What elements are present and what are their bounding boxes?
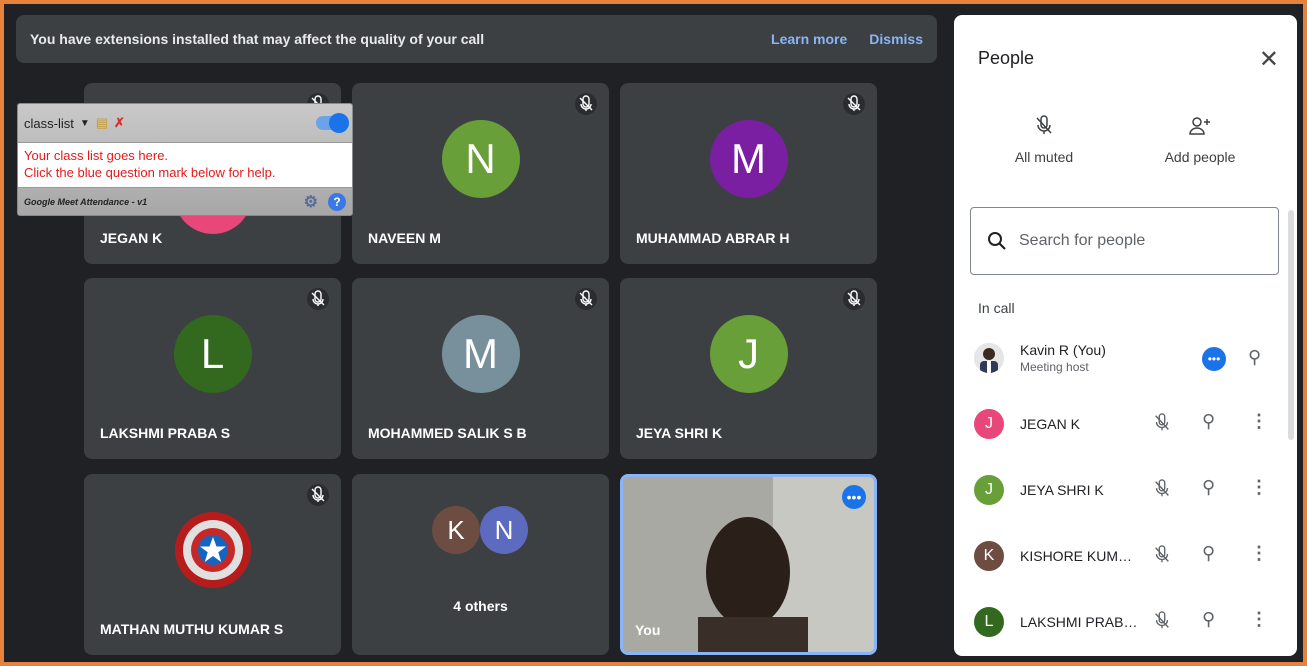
class-list-line: Click the blue question mark below for h… <box>24 165 276 180</box>
participant-name: MATHAN MUTHU KUMAR S <box>100 621 284 637</box>
mic-off-icon <box>307 484 329 506</box>
mic-off-icon <box>307 288 329 310</box>
avatar: J <box>974 409 1004 439</box>
delete-icon[interactable]: ✗ <box>114 115 125 131</box>
pin-icon[interactable]: ⚲ <box>1202 609 1215 630</box>
close-icon[interactable]: ✕ <box>1259 45 1279 74</box>
others-count: 4 others <box>453 598 508 614</box>
participant-name: LAKSHMI PRABA S <box>1020 614 1138 630</box>
class-list-dropdown[interactable]: class-list <box>24 116 74 131</box>
avatar <box>974 343 1004 373</box>
search-box[interactable] <box>970 207 1279 275</box>
class-list-line: Your class list goes here. <box>24 148 169 163</box>
add-person-icon <box>1189 117 1210 135</box>
participant-name: JEGAN K <box>100 230 163 246</box>
avatar: K <box>974 541 1004 571</box>
search-icon <box>988 232 1006 250</box>
enable-toggle[interactable] <box>316 113 349 133</box>
avatar: M <box>441 315 520 394</box>
learn-more-link[interactable]: Learn more <box>771 31 847 47</box>
participant-name: JEGAN K <box>1020 416 1080 432</box>
participant-name: JEYA SHRI K <box>1020 482 1104 498</box>
mic-off-icon <box>1152 611 1172 636</box>
participant-name: Kavin R (You) <box>1020 342 1106 358</box>
participant-name: You <box>635 622 661 638</box>
avatar: L <box>173 315 252 394</box>
mic-off-icon <box>1152 413 1172 438</box>
participant-name: MUHAMMAD ABRAR H <box>636 230 790 246</box>
participant-name: LAKSHMI PRABA S <box>100 425 231 441</box>
mic-off-icon <box>575 93 597 115</box>
mic-off-icon <box>1152 479 1172 504</box>
list-item[interactable]: K KISHORE KUMAR ... ⚲ ⋮ <box>954 523 1294 589</box>
all-muted-button[interactable]: All muted <box>984 115 1104 165</box>
list-item[interactable]: Kavin R (You) Meeting host ••• ⚲ <box>954 325 1294 391</box>
list-item[interactable]: L LAKSHMI PRABA S ⚲ ⋮ <box>954 589 1294 655</box>
extension-warning-banner: You have extensions installed that may a… <box>16 15 937 63</box>
more-vert-icon[interactable]: ⋮ <box>1250 477 1268 498</box>
self-video-feed <box>623 477 874 652</box>
people-panel: People ✕ All muted Add people In call Ka… <box>954 15 1297 656</box>
extension-footer: Google Meet Attendance - v1 <box>24 197 148 207</box>
avatar: K <box>432 506 480 554</box>
gear-icon[interactable]: ⚙ <box>304 192 318 212</box>
participant-role: Meeting host <box>1020 360 1089 374</box>
more-options-icon[interactable]: ••• <box>1202 347 1226 371</box>
mic-off-icon <box>575 288 597 310</box>
search-input[interactable] <box>1019 232 1259 250</box>
more-vert-icon[interactable]: ⋮ <box>1250 609 1268 630</box>
section-label: In call <box>978 300 1015 316</box>
more-vert-icon[interactable]: ⋮ <box>1250 411 1268 432</box>
avatar: N <box>480 506 528 554</box>
all-muted-label: All muted <box>1014 149 1074 165</box>
mic-off-icon <box>1152 545 1172 570</box>
captain-shield-avatar <box>173 510 253 590</box>
avatar: L <box>974 607 1004 637</box>
list-item[interactable]: J JEGAN K ⚲ ⋮ <box>954 391 1294 457</box>
pin-icon[interactable]: ⚲ <box>1248 347 1261 368</box>
folder-icon[interactable]: ▤ <box>96 115 108 131</box>
help-icon[interactable]: ? <box>328 193 346 211</box>
avatar: N <box>441 120 520 199</box>
chevron-down-icon[interactable]: ▼ <box>80 118 90 129</box>
panel-scrollbar[interactable] <box>1288 210 1294 440</box>
participant-tile[interactable]: MATHAN MUTHU KUMAR S <box>84 474 341 655</box>
participant-tile[interactable]: L LAKSHMI PRABA S <box>84 278 341 459</box>
mic-off-icon <box>843 93 865 115</box>
avatar: J <box>709 315 788 394</box>
more-options-icon[interactable]: ••• <box>842 485 866 509</box>
mic-off-icon <box>843 288 865 310</box>
participant-name: NAVEEN M <box>368 230 441 246</box>
others-tile[interactable]: K N 4 others <box>352 474 609 655</box>
panel-title: People <box>978 48 1035 68</box>
meet-stage: You have extensions installed that may a… <box>4 4 1303 662</box>
add-people-label: Add people <box>1164 149 1236 165</box>
participant-list: Kavin R (You) Meeting host ••• ⚲ J JEGAN… <box>954 325 1294 655</box>
avatar: M <box>709 120 788 199</box>
participant-tile[interactable]: J JEYA SHRI K <box>620 278 877 459</box>
more-vert-icon[interactable]: ⋮ <box>1250 543 1268 564</box>
participant-tile[interactable]: M MUHAMMAD ABRAR H <box>620 83 877 264</box>
class-list-extension: class-list ▼ ▤ ✗ Your class list goes he… <box>17 103 353 216</box>
dismiss-button[interactable]: Dismiss <box>869 31 923 47</box>
banner-message: You have extensions installed that may a… <box>30 31 485 47</box>
pin-icon[interactable]: ⚲ <box>1202 543 1215 564</box>
add-people-button[interactable]: Add people <box>1140 115 1260 165</box>
participant-name: MOHAMMED SALIK S B <box>368 425 527 441</box>
pin-icon[interactable]: ⚲ <box>1202 477 1215 498</box>
mic-off-icon <box>1036 115 1052 134</box>
list-item[interactable]: J JEYA SHRI K ⚲ ⋮ <box>954 457 1294 523</box>
participant-name: KISHORE KUMAR ... <box>1020 548 1138 564</box>
avatar: J <box>974 475 1004 505</box>
participant-tile[interactable]: M MOHAMMED SALIK S B <box>352 278 609 459</box>
participant-tile[interactable]: N NAVEEN M <box>352 83 609 264</box>
pin-icon[interactable]: ⚲ <box>1202 411 1215 432</box>
participant-name: JEYA SHRI K <box>636 425 723 441</box>
self-video-tile[interactable]: ••• You <box>620 474 877 655</box>
